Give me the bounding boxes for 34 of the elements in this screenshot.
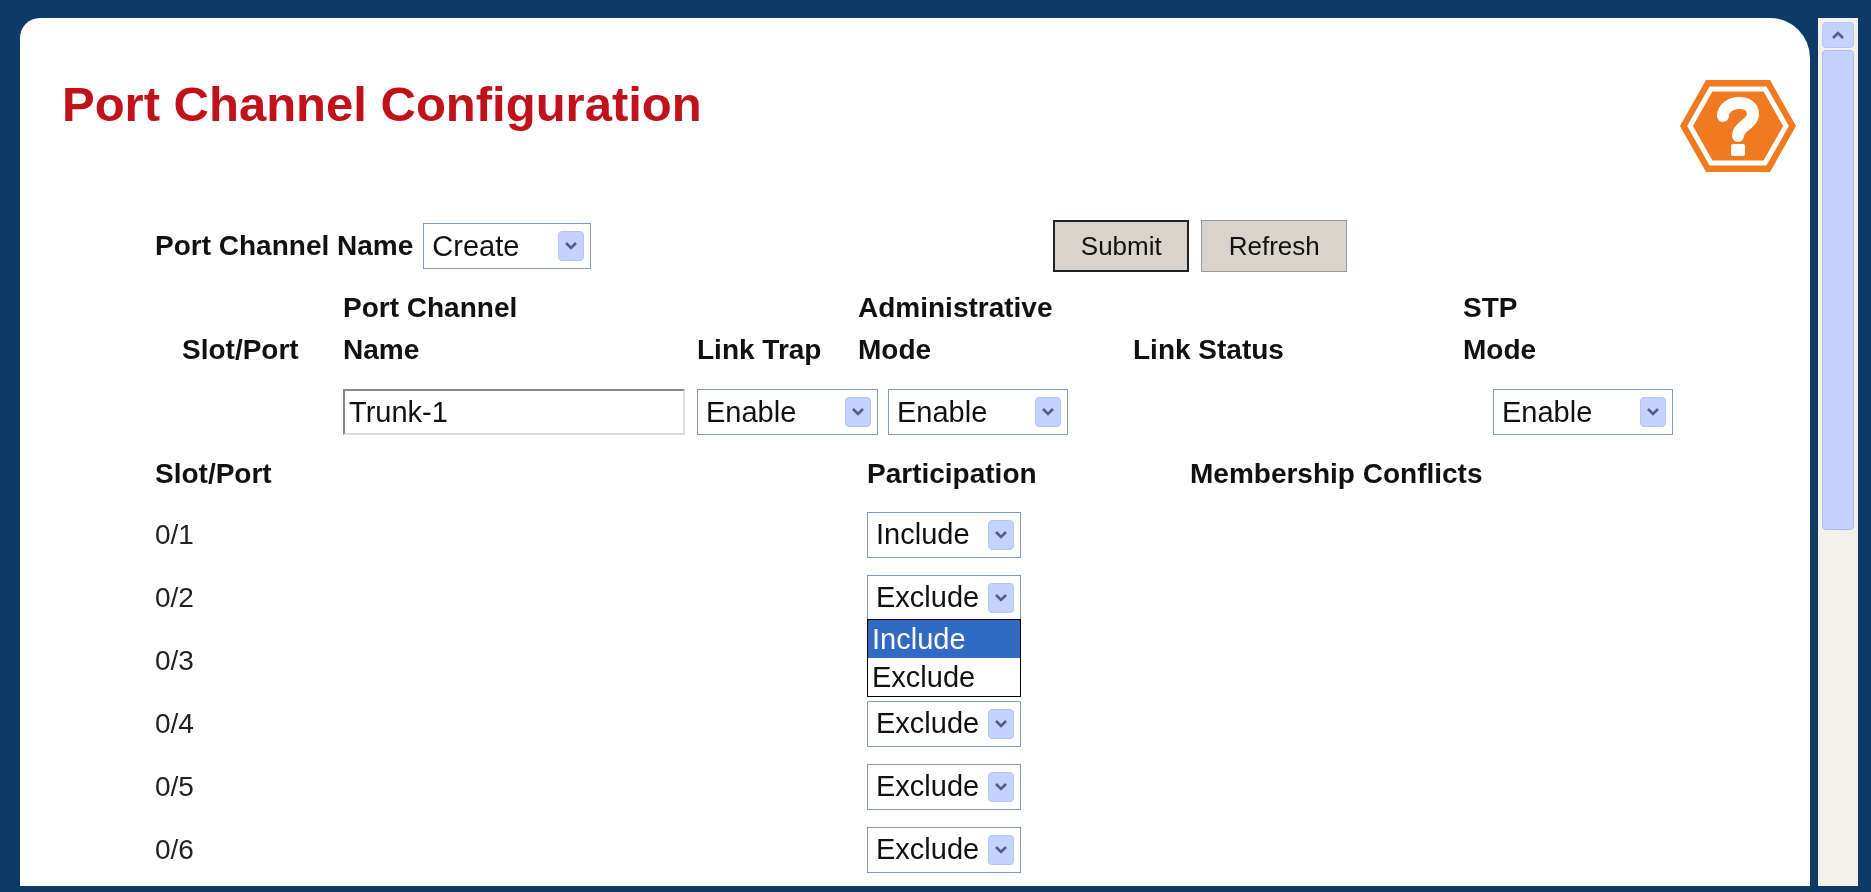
admin-mode-select[interactable]: Enable: [888, 389, 1068, 435]
participation-select[interactable]: Exclude: [867, 700, 1021, 747]
participation-select[interactable]: Exclude: [867, 574, 1021, 621]
slot-port-cell-text: 0/3: [155, 643, 195, 678]
scrollbar[interactable]: [1818, 18, 1858, 886]
help-icon[interactable]: [1678, 78, 1798, 174]
slot-port-cell-text: 0/6: [155, 832, 195, 867]
slot-port-cell-text: 0/5: [155, 769, 195, 804]
slot-port-cell-text: 0/1: [155, 517, 195, 552]
column-header: Slot/Port: [155, 458, 272, 489]
field-label: Port Channel Name: [155, 229, 414, 263]
link-trap-select[interactable]: Enable: [697, 389, 878, 435]
participation-select[interactable]: Include: [867, 511, 1021, 558]
column-header: STP Mode: [1463, 291, 1538, 367]
column-header: Slot/Port: [181, 333, 300, 367]
column-header: Participation: [867, 458, 1037, 489]
participation-select[interactable]: Exclude: [867, 763, 1021, 810]
port-channel-select[interactable]: Create: [423, 223, 592, 269]
column-header: Link Trap: [697, 333, 823, 367]
slot-port-cell-text: 0/2: [155, 580, 195, 615]
page-title: Port Channel Configuration: [62, 80, 702, 129]
column-header: Port Channel Name: [343, 291, 519, 367]
participation-select[interactable]: Exclude: [867, 826, 1021, 873]
column-header: Membership Conflicts: [1190, 458, 1483, 489]
slot-port-cell-text: 0/4: [155, 706, 195, 741]
column-header: Administrative Mode: [858, 291, 1054, 367]
dropdown-option[interactable]: Include: [868, 619, 1020, 658]
refresh-button[interactable]: Refresh: [1201, 220, 1348, 272]
scroll-up-icon[interactable]: [1822, 22, 1854, 48]
port-channel-name-field[interactable]: Trunk-1: [343, 389, 685, 435]
stp-mode-select[interactable]: Enable: [1493, 389, 1673, 435]
scroll-thumb[interactable]: [1822, 50, 1854, 530]
column-header: Link Status: [1133, 333, 1285, 367]
submit-button[interactable]: Submit: [1053, 220, 1190, 272]
